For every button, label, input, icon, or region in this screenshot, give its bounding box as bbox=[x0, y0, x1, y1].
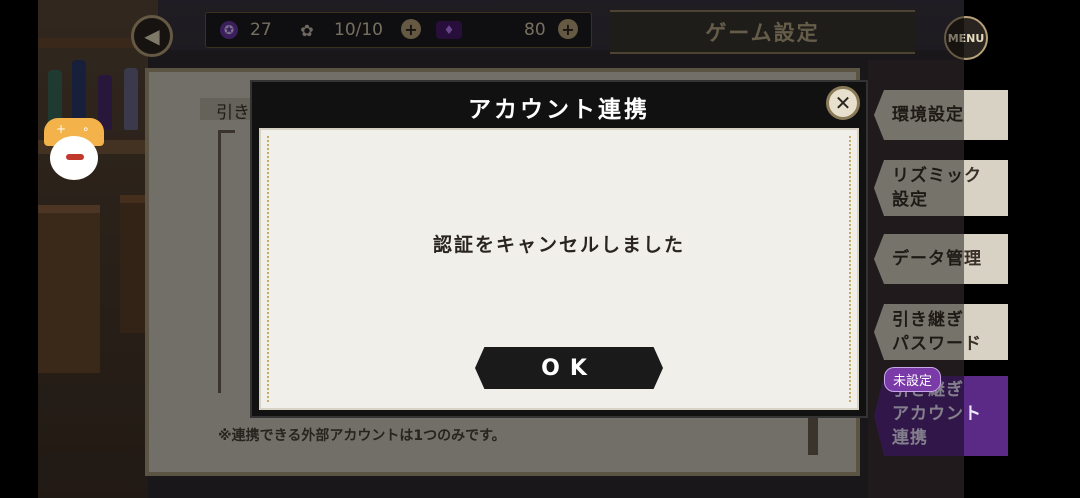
dialog-title: アカウント連携 bbox=[468, 97, 650, 123]
close-button[interactable]: ✕ bbox=[826, 86, 860, 120]
dialog-body: 認証をキャンセルしました OK bbox=[259, 128, 859, 410]
ok-button[interactable]: OK bbox=[475, 347, 663, 389]
dialog-message: 認証をキャンセルしました bbox=[432, 234, 685, 256]
mustache-icon bbox=[66, 154, 84, 160]
assistant-avatar[interactable]: + ∘ bbox=[44, 118, 104, 180]
close-icon: ✕ bbox=[834, 91, 852, 115]
account-link-dialog: アカウント連携 認証をキャンセルしました OK bbox=[250, 80, 868, 418]
unset-badge: 未設定 bbox=[884, 367, 942, 392]
